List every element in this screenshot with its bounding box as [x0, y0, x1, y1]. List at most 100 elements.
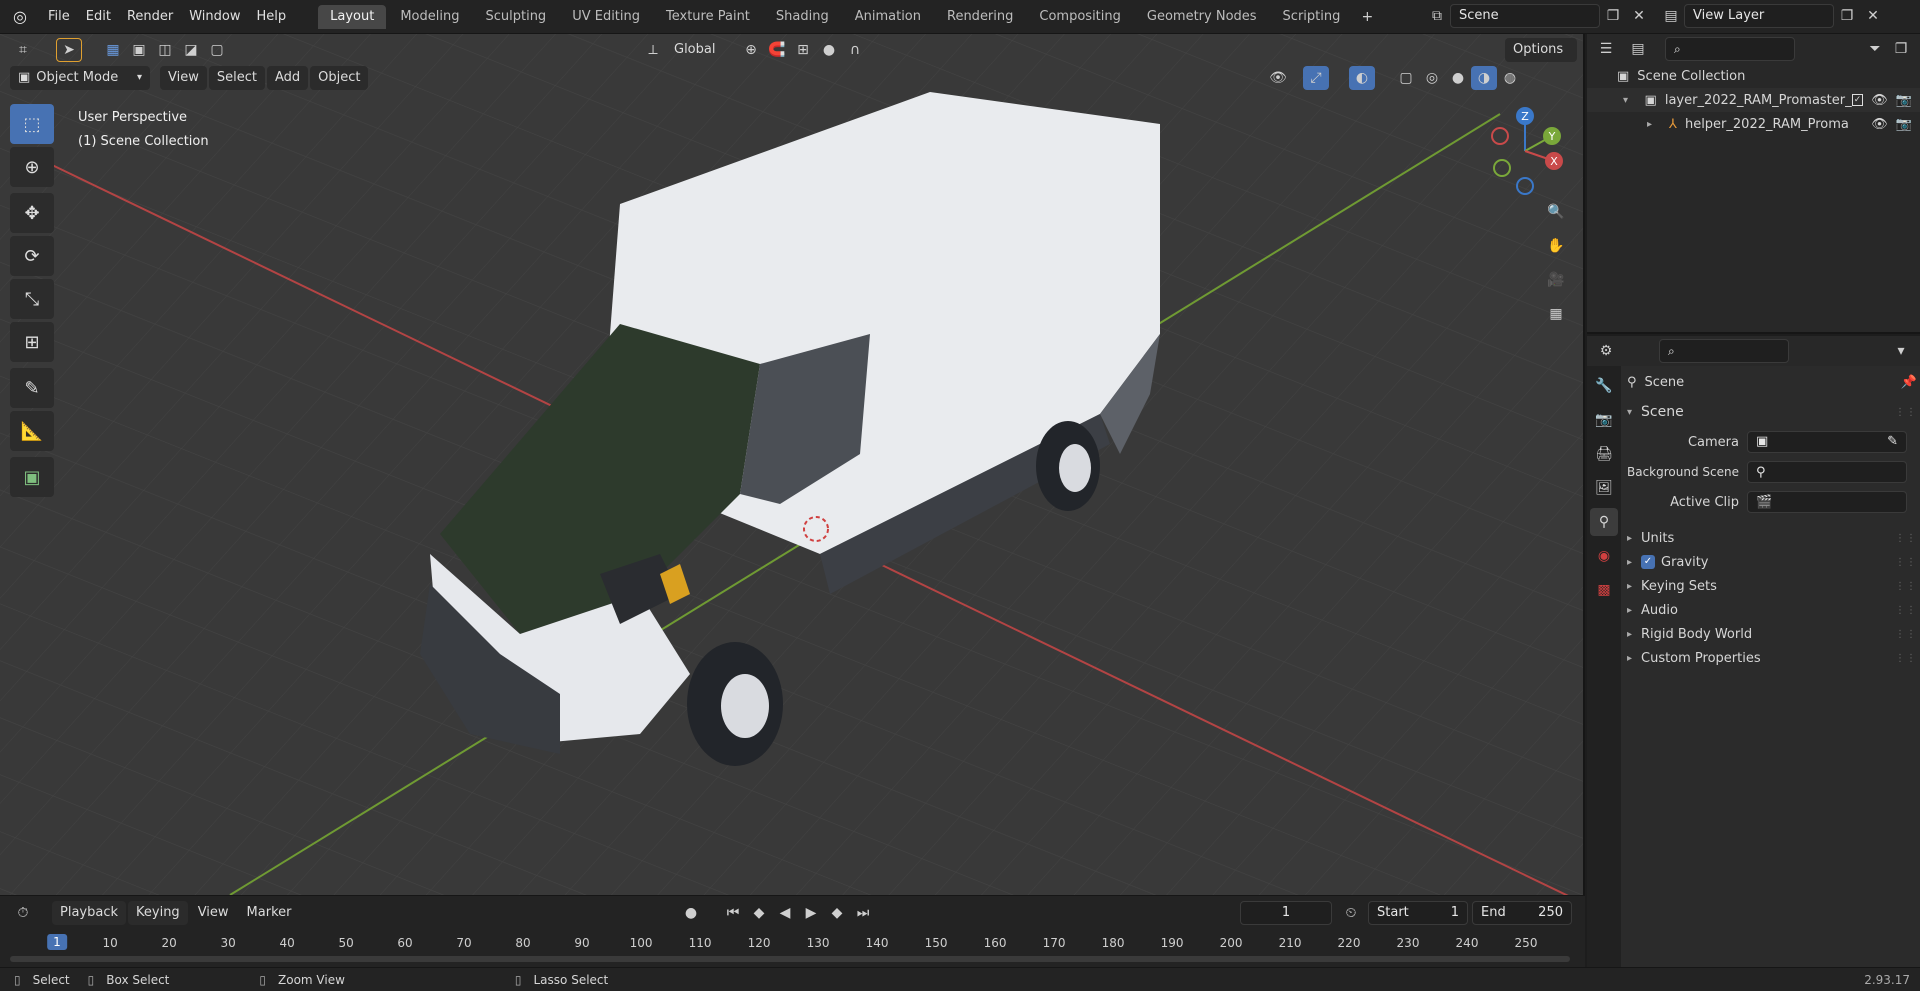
- navigation-gizmo[interactable]: Z Y X: [1480, 106, 1570, 196]
- tab-compositing[interactable]: Compositing: [1027, 5, 1133, 29]
- frame-ruler[interactable]: 1 10 20 30 40 50 60 70 80 90 100 110 120 130 140 150 160…: [0, 928, 1585, 954]
- select-tool-icon[interactable]: ➤: [56, 38, 82, 62]
- render-camera-icon[interactable]: 📷: [1896, 117, 1912, 132]
- render-tab-icon[interactable]: 📷: [1590, 406, 1618, 434]
- tab-shading[interactable]: Shading: [764, 5, 841, 29]
- scene-name-field[interactable]: Scene: [1450, 4, 1600, 28]
- outliner-search-field[interactable]: ⌕: [1665, 37, 1795, 61]
- tool-move[interactable]: ✥: [10, 193, 54, 233]
- tab-modeling[interactable]: Modeling: [388, 5, 471, 29]
- tool-annotate[interactable]: ✎: [10, 368, 54, 408]
- gizmo-toggle-icon[interactable]: ⤢: [1303, 66, 1329, 90]
- stopwatch-icon[interactable]: ⏲: [1338, 901, 1364, 925]
- zoom-icon[interactable]: 🔍: [1543, 200, 1569, 224]
- tool-transform[interactable]: ⊞: [10, 322, 54, 362]
- tab-rendering[interactable]: Rendering: [935, 5, 1025, 29]
- shading-rendered-icon[interactable]: ◍: [1497, 66, 1523, 90]
- mode-selector[interactable]: ▣ Object Mode ▾: [10, 66, 150, 90]
- timeline-scrollbar[interactable]: [10, 956, 1570, 962]
- overlay-toggle-icon[interactable]: ◐: [1349, 66, 1375, 90]
- pin-icon[interactable]: 📌: [1901, 375, 1917, 390]
- selection-mode-extend-icon[interactable]: ▣: [126, 38, 152, 62]
- snap-target-icon[interactable]: ⊞: [790, 38, 816, 62]
- drag-handle-icon[interactable]: ⋮⋮: [1895, 557, 1917, 568]
- timeline-editor-icon[interactable]: ⏱: [10, 901, 36, 925]
- view-layer-selector-icon[interactable]: ▤: [1658, 4, 1684, 28]
- selection-mode-intersect-icon[interactable]: ▢: [204, 38, 230, 62]
- properties-editor-icon[interactable]: ⚙: [1593, 339, 1619, 363]
- proportional-edit-icon[interactable]: ●: [816, 38, 842, 62]
- shading-solid-icon[interactable]: ●: [1445, 66, 1471, 90]
- camera-field[interactable]: ▣ ✎: [1747, 431, 1907, 453]
- view-layer-tab-icon[interactable]: 🖼: [1590, 474, 1618, 502]
- menu-file[interactable]: File: [40, 0, 78, 34]
- falloff-icon[interactable]: ∩: [842, 38, 868, 62]
- output-tab-icon[interactable]: 🖨: [1590, 440, 1618, 468]
- chevron-down-icon[interactable]: ▾: [1888, 339, 1914, 363]
- panel-audio[interactable]: ▸ Audio ⋮⋮: [1627, 598, 1917, 622]
- active-clip-field[interactable]: 🎬: [1747, 491, 1907, 513]
- prev-keyframe-icon[interactable]: ◆: [746, 901, 772, 925]
- visibility-icon[interactable]: 👁: [1265, 66, 1291, 90]
- outliner-scene-collection[interactable]: ▣ Scene Collection: [1587, 64, 1920, 88]
- transform-orientation-icon[interactable]: ⟂: [640, 38, 666, 62]
- selection-mode-new-icon[interactable]: ▦: [100, 38, 126, 62]
- new-view-layer-icon[interactable]: ❐: [1834, 4, 1860, 28]
- tab-animation[interactable]: Animation: [843, 5, 933, 29]
- menu-playback[interactable]: Playback: [52, 901, 127, 925]
- drag-handle-icon[interactable]: ⋮⋮: [1895, 605, 1917, 616]
- world-tab-icon[interactable]: ◉: [1590, 542, 1618, 570]
- tab-scripting[interactable]: Scripting: [1271, 5, 1353, 29]
- expand-chevron-icon[interactable]: ▾: [1623, 95, 1637, 106]
- menu-help[interactable]: Help: [249, 0, 295, 34]
- ortho-grid-icon[interactable]: ▦: [1543, 302, 1569, 326]
- tool-select-box[interactable]: ⬚: [10, 104, 54, 144]
- menu-view[interactable]: View: [160, 66, 207, 90]
- display-mode-icon[interactable]: ▤: [1625, 37, 1651, 61]
- play-icon[interactable]: ▶: [798, 901, 824, 925]
- tool-measure[interactable]: 📐: [10, 411, 54, 451]
- tool-add-cube[interactable]: ▣: [10, 457, 54, 497]
- jump-start-icon[interactable]: ⏮: [720, 901, 746, 925]
- scene-selector-icon[interactable]: ⧉: [1424, 4, 1450, 28]
- blender-logo-icon[interactable]: ◎: [0, 7, 40, 26]
- shading-wireframe-icon[interactable]: ◎: [1419, 66, 1445, 90]
- visibility-eye-icon[interactable]: 👁: [1871, 93, 1888, 108]
- properties-search-field[interactable]: ⌕: [1659, 339, 1789, 363]
- drag-handle-icon[interactable]: ⋮⋮: [1895, 533, 1917, 544]
- menu-timeline-view[interactable]: View: [190, 901, 237, 925]
- 3d-viewport[interactable]: ⌗ ➤ ▦ ▣ ◫ ◪ ▢ ⟂ Global ⊕ 🧲 ⊞ ● ∩ Options…: [0, 34, 1585, 895]
- add-workspace-icon[interactable]: +: [1354, 5, 1380, 29]
- tab-sculpting[interactable]: Sculpting: [473, 5, 558, 29]
- snap-icon[interactable]: 🧲: [764, 38, 790, 62]
- next-keyframe-icon[interactable]: ◆: [824, 901, 850, 925]
- drag-handle-icon[interactable]: ⋮⋮: [1895, 581, 1917, 592]
- panel-units[interactable]: ▸ Units ⋮⋮: [1627, 526, 1917, 550]
- new-collection-icon[interactable]: ❐: [1888, 37, 1914, 61]
- visibility-eye-icon[interactable]: 👁: [1871, 117, 1888, 132]
- panel-rigid-body-world[interactable]: ▸ Rigid Body World ⋮⋮: [1627, 622, 1917, 646]
- outliner-item-layer[interactable]: ▾ ▣ layer_2022_RAM_Promaster_ ✓ 👁 📷: [1587, 88, 1920, 112]
- panel-gravity[interactable]: ▸ ✓ Gravity ⋮⋮: [1627, 550, 1917, 574]
- tool-rotate[interactable]: ⟳: [10, 236, 54, 276]
- menu-render[interactable]: Render: [119, 0, 181, 34]
- drag-handle-icon[interactable]: ⋮⋮: [1895, 629, 1917, 640]
- eyedropper-icon[interactable]: ✎: [1887, 431, 1898, 453]
- record-icon[interactable]: ●: [678, 901, 704, 925]
- menu-add[interactable]: Add: [266, 66, 309, 90]
- pivot-point-icon[interactable]: ⊕: [738, 38, 764, 62]
- pan-hand-icon[interactable]: ✋: [1543, 234, 1569, 258]
- options-dropdown[interactable]: Options: [1505, 38, 1577, 62]
- outliner-editor-icon[interactable]: ☰: [1593, 37, 1619, 61]
- tool-scale[interactable]: ⤡: [10, 279, 54, 319]
- render-camera-icon[interactable]: 📷: [1896, 93, 1912, 108]
- editor-type-icon[interactable]: ⌗: [10, 38, 36, 62]
- panel-custom-properties[interactable]: ▸ Custom Properties ⋮⋮: [1627, 646, 1917, 670]
- van-model[interactable]: [0, 34, 1585, 895]
- jump-end-icon[interactable]: ⏭: [850, 901, 876, 925]
- tab-layout[interactable]: Layout: [318, 4, 387, 29]
- drag-handle-icon[interactable]: ⋮⋮: [1895, 407, 1917, 418]
- end-frame-field[interactable]: End 250: [1472, 901, 1572, 925]
- menu-edit[interactable]: Edit: [78, 0, 119, 34]
- tab-texture-paint[interactable]: Texture Paint: [654, 5, 762, 29]
